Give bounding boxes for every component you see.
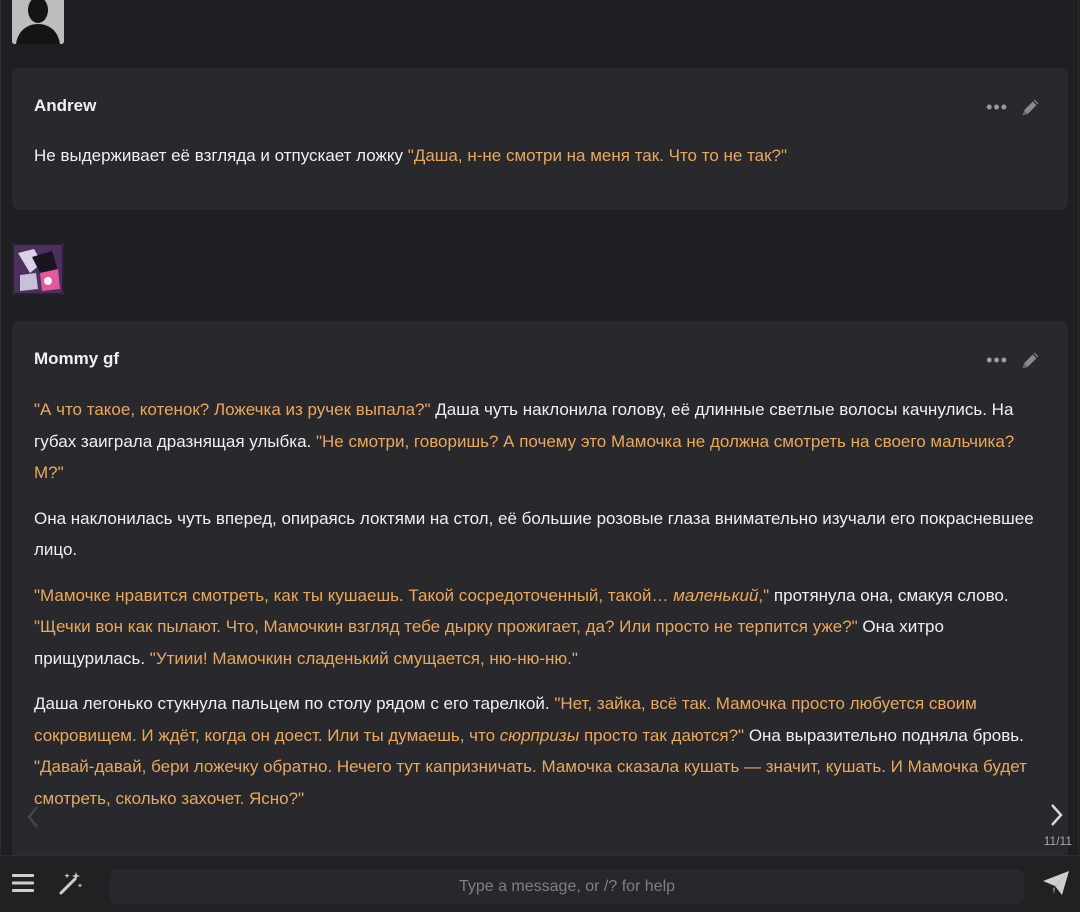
message-paragraph: "А что такое, котенок? Ложечка из ручек … [34,394,1038,489]
dialogue-span: "Мамочке нравится смотреть, как ты кушае… [34,585,674,605]
chat-area: Andrew ••• Не выдерживает её взгляда и о… [0,0,1080,855]
swipe-counter: 11/11 [1043,834,1072,848]
dialogue-span: просто так даются?" [579,725,745,745]
chevron-left-icon[interactable] [26,805,40,829]
narration-span: Даша легонько стукнула пальцем по столу … [34,694,555,713]
message-paragraph: Даша легонько стукнула пальцем по столу … [34,688,1038,814]
message-paragraph: Она наклонилась чуть вперед, опираясь ло… [34,503,1038,566]
user-message: Andrew ••• Не выдерживает её взгляда и о… [12,68,1068,210]
character-message: Mommy gf ••• "А что такое, котенок? Ложе… [12,321,1068,855]
paper-plane-icon[interactable] [1042,870,1070,896]
user-avatar[interactable] [12,0,64,44]
silhouette-icon [12,0,64,44]
pencil-icon[interactable] [1020,349,1042,371]
message-paragraph: "Мамочке нравится смотреть, как ты кушае… [34,580,1038,675]
dialogue-span: сюрпризы [499,725,580,745]
dialogue-span: ," [758,585,770,605]
input-bar [0,855,1080,912]
message-author: Mommy gf [34,349,119,368]
pencil-icon[interactable] [1020,96,1042,118]
magic-wand-icon[interactable] [58,870,84,896]
narration-span: протянула она, смакуя слово. [769,585,1009,605]
message-paragraph: Не выдерживает её взгляда и отпускает ло… [34,140,1038,172]
dialogue-span: "Давай-давай, бери ложечку обратно. Нече… [34,757,1027,808]
dialogue-span: "Щечки вон как пылают. Что, Мамочкин взг… [34,617,858,636]
dialogue-span: маленький [673,585,759,605]
character-portrait-icon [12,243,64,295]
chat-right-border [1078,0,1079,855]
dialogue-span: "Даша, н-не смотри на меня так. Что то н… [407,146,788,165]
message-tools: ••• [986,96,1042,118]
dialogue-span: "Утиии! Мамочкин сладенький смущается, н… [149,648,578,668]
character-avatar[interactable] [12,243,64,295]
message-author: Andrew [34,96,97,115]
chevron-right-icon[interactable] [1046,800,1068,830]
message-text: "А что такое, котенок? Ложечка из ручек … [34,394,1038,828]
ellipsis-icon[interactable]: ••• [986,351,1008,369]
narration-span: Она выразительно подняла бровь. [744,725,1024,745]
ellipsis-icon[interactable]: ••• [986,98,1008,116]
message-input[interactable] [110,869,1024,904]
hamburger-icon[interactable] [12,873,34,893]
dialogue-span: "А что такое, котенок? Ложечка из ручек … [34,400,431,419]
message-tools: ••• [986,349,1042,371]
narration-span: Она наклонилась чуть вперед, опираясь ло… [34,508,1034,560]
chat-left-border [0,0,1,855]
message-text: Не выдерживает её взгляда и отпускает ло… [34,140,1038,186]
narration-span: Не выдерживает её взгляда и отпускает ло… [34,146,408,165]
